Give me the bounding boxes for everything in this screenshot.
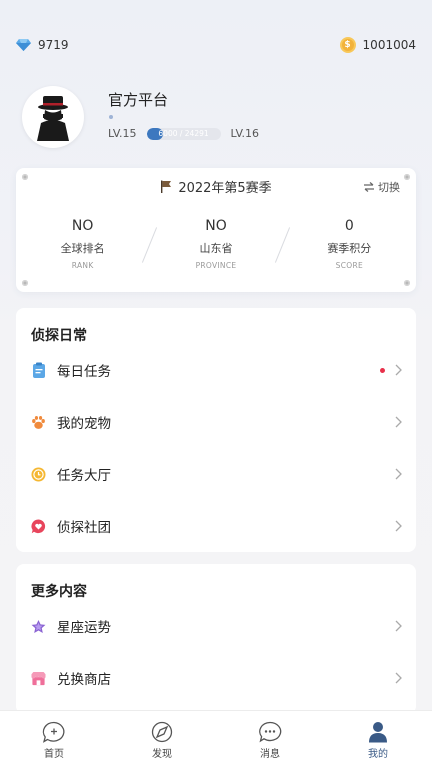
menu-label: 任务大厅 xyxy=(57,468,111,484)
diamond-count: 9719 xyxy=(38,38,69,52)
menu-item-detective-club[interactable]: 侦探社团 xyxy=(16,500,416,552)
status-dot xyxy=(109,115,113,119)
chat-heart-icon xyxy=(31,518,46,534)
season-title-text: 2022年第5赛季 xyxy=(178,181,272,196)
stat-sublabel: RANK xyxy=(71,261,94,270)
season-title: 2022年第5赛季 xyxy=(16,177,416,196)
screw-decoration xyxy=(404,280,410,286)
diamond-icon xyxy=(16,39,31,51)
swap-icon xyxy=(364,182,374,192)
stat-sublabel: SCORE xyxy=(335,261,363,270)
bottom-tab-bar: 首页 发现 消息 我的 xyxy=(0,710,432,768)
stat-value: 0 xyxy=(344,218,354,234)
season-stats: NO 全球排名 RANK NO 山东省 PROVINCE 0 赛季积分 SCOR… xyxy=(16,218,416,270)
daily-card: 侦探日常 每日任务 我的宠物 任务大厅 侦探社团 xyxy=(16,308,416,552)
stat-value: NO xyxy=(205,218,227,234)
screw-decoration xyxy=(22,280,28,286)
menu-item-horoscope[interactable]: 星座运势 xyxy=(16,600,416,652)
chevron-right-icon xyxy=(395,672,402,684)
chevron-right-icon xyxy=(395,468,402,480)
coin-balance[interactable]: $ 1001004 xyxy=(339,37,416,53)
chevron-right-icon xyxy=(395,520,402,532)
chevron-right-icon xyxy=(395,416,402,428)
menu-item-task-hall[interactable]: 任务大厅 xyxy=(16,448,416,500)
tab-discover[interactable]: 发现 xyxy=(108,711,216,768)
section-title: 更多内容 xyxy=(31,584,87,600)
section-title: 侦探日常 xyxy=(31,328,87,344)
menu-label: 兑换商店 xyxy=(57,672,111,688)
tab-home[interactable]: 首页 xyxy=(0,711,108,768)
coin-icon: $ xyxy=(339,37,356,53)
tab-label: 发现 xyxy=(152,749,172,760)
xp-text: 6000 / 24291 xyxy=(158,128,209,138)
switch-label: 切换 xyxy=(378,181,400,194)
flag-icon xyxy=(161,180,172,193)
status-row: 9719 $ 1001004 xyxy=(16,34,416,56)
tab-messages[interactable]: 消息 xyxy=(216,711,324,768)
clipboard-icon xyxy=(31,362,46,378)
diamond-balance[interactable]: 9719 xyxy=(16,38,69,52)
stat-sublabel: PROVINCE xyxy=(195,261,237,270)
chevron-right-icon xyxy=(395,620,402,632)
tab-label: 首页 xyxy=(44,749,64,760)
nickname: 官方平台 xyxy=(108,91,169,109)
menu-label: 每日任务 xyxy=(57,364,111,380)
profile-icon xyxy=(369,722,387,743)
paw-icon xyxy=(31,415,46,430)
stat-label: 赛季积分 xyxy=(327,242,372,255)
coin-count: 1001004 xyxy=(362,38,416,52)
tab-label: 消息 xyxy=(260,749,280,760)
chevron-right-icon xyxy=(395,364,402,376)
menu-label: 星座运势 xyxy=(57,620,111,636)
menu-label: 我的宠物 xyxy=(57,416,111,432)
menu-item-exchange-shop[interactable]: 兑换商店 xyxy=(16,652,416,704)
stat-label: 全球排名 xyxy=(60,242,105,255)
menu-item-my-pets[interactable]: 我的宠物 xyxy=(16,396,416,448)
tab-profile[interactable]: 我的 xyxy=(324,711,432,768)
message-icon xyxy=(259,721,282,743)
level-next: LV.16 xyxy=(230,127,260,140)
shop-icon xyxy=(31,671,46,686)
detective-avatar-icon xyxy=(37,96,69,141)
level-row: LV.15 6000 / 24291 LV.16 xyxy=(108,127,259,140)
notification-dot xyxy=(380,367,385,373)
stat-value: NO xyxy=(71,218,94,234)
stat-rank: NO 全球排名 RANK xyxy=(16,218,149,270)
coin-clock-icon xyxy=(31,467,46,482)
avatar[interactable] xyxy=(22,86,84,148)
stat-label: 山东省 xyxy=(199,242,233,255)
more-card: 更多内容 星座运势 兑换商店 xyxy=(16,564,416,714)
compass-icon xyxy=(151,721,173,743)
level-current: LV.15 xyxy=(108,127,137,140)
xp-progress-bar: 6000 / 24291 xyxy=(146,127,221,140)
menu-item-daily-tasks[interactable]: 每日任务 xyxy=(16,344,416,396)
home-chat-icon xyxy=(42,721,65,743)
tab-label: 我的 xyxy=(368,749,388,760)
switch-season-button[interactable]: 切换 xyxy=(363,179,400,195)
star-icon xyxy=(31,619,46,634)
stat-score: 0 赛季积分 SCORE xyxy=(283,218,416,270)
menu-label: 侦探社团 xyxy=(57,520,111,536)
season-card: 2022年第5赛季 切换 NO 全球排名 RANK NO 山东省 PROVINC… xyxy=(16,168,416,292)
stat-province: NO 山东省 PROVINCE xyxy=(149,218,282,270)
